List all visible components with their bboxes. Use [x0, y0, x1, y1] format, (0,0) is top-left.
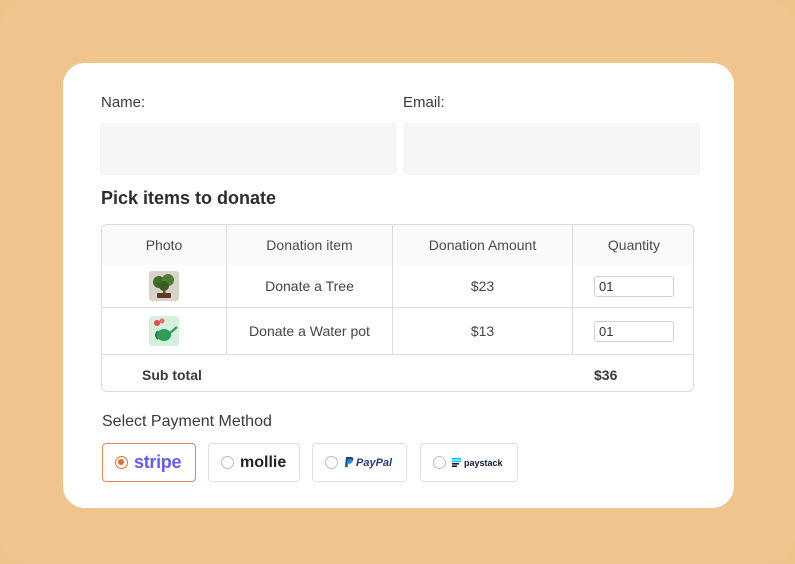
table-row: Donate a Water pot $13: [102, 308, 693, 354]
name-input[interactable]: [100, 123, 397, 175]
column-header-photo: Photo: [102, 225, 227, 265]
paystack-icon: [452, 458, 461, 467]
column-header-item: Donation item: [227, 225, 393, 265]
item-cell: Donate a Water pot: [227, 308, 393, 354]
stripe-logo: stripe: [134, 452, 182, 472]
paystack-logo: paystack: [464, 457, 503, 468]
item-cell: Donate a Tree: [227, 265, 393, 307]
quantity-cell: [573, 265, 693, 307]
donation-table: Photo Donation item Donation Amount Quan…: [101, 224, 694, 392]
watering-can-photo: [149, 316, 179, 346]
quantity-cell: [573, 308, 693, 354]
payment-option-stripe[interactable]: stripe: [102, 443, 196, 482]
subtotal-row: Sub total $36: [102, 354, 693, 391]
radio-selected-icon: [115, 456, 128, 469]
paypal-icon: [344, 457, 354, 468]
payment-option-paypal[interactable]: PayPal: [312, 443, 407, 482]
subtotal-label: Sub total: [142, 366, 202, 383]
column-header-quantity: Quantity: [573, 225, 693, 265]
photo-cell: [102, 265, 227, 307]
payment-method-title: Select Payment Method: [102, 413, 272, 430]
page-background: Name: Email: Pick items to donate Photo …: [0, 0, 795, 564]
table-row: Donate a Tree $23: [102, 265, 693, 308]
email-label: Email:: [403, 94, 445, 111]
payment-option-paystack[interactable]: paystack: [420, 443, 518, 482]
radio-icon: [433, 456, 446, 469]
subtotal-value: $36: [594, 366, 618, 383]
radio-icon: [325, 456, 338, 469]
quantity-input[interactable]: [594, 320, 674, 342]
paypal-logo: PayPal: [356, 456, 393, 469]
mollie-logo: mollie: [240, 453, 287, 471]
payment-option-mollie[interactable]: mollie: [208, 443, 300, 482]
section-title: Pick items to donate: [101, 188, 277, 208]
column-header-amount: Donation Amount: [393, 225, 573, 265]
name-label: Name:: [101, 94, 146, 111]
amount-cell: $13: [393, 308, 573, 354]
table-header-row: Photo Donation item Donation Amount Quan…: [102, 225, 693, 265]
email-input[interactable]: [403, 123, 700, 175]
bonsai-tree-photo: [149, 271, 179, 301]
photo-cell: [102, 308, 227, 354]
donation-form-card: Name: Email: Pick items to donate Photo …: [63, 63, 734, 508]
quantity-input[interactable]: [594, 275, 674, 297]
amount-cell: $23: [393, 265, 573, 307]
radio-icon: [221, 456, 234, 469]
